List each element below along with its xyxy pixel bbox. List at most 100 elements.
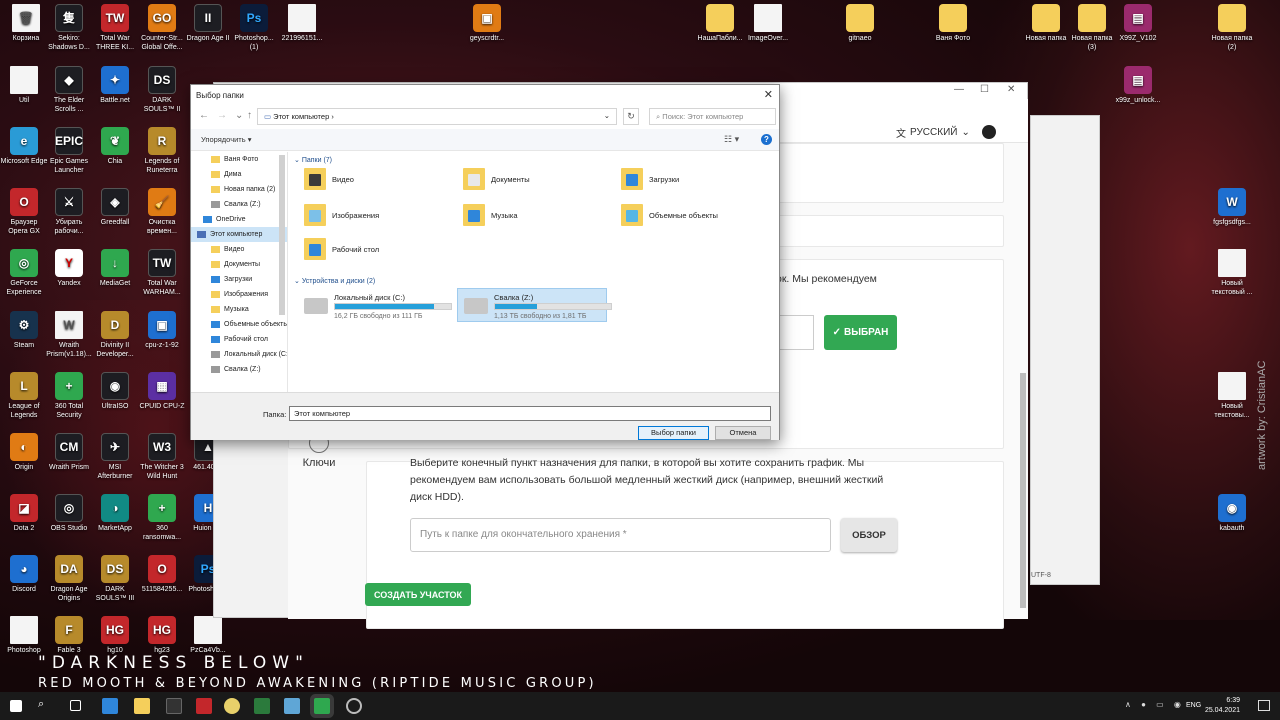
desktop-icon[interactable]: O Браузер Opera GX (0, 188, 48, 236)
desktop-icon[interactable]: W Wraith Prism(v1.18)... (45, 311, 93, 359)
desktop-icon[interactable]: HG hg10 (91, 616, 139, 655)
close-icon[interactable]: ✕ (1007, 84, 1015, 95)
drive-item[interactable]: Локальный диск (C:) 16,2 ГБ свободно из 1… (298, 289, 452, 323)
desktop-icon[interactable]: 221996151... (278, 4, 326, 43)
desktop-icon[interactable]: TW Total War THREE KI... (91, 4, 139, 52)
view-options-icon[interactable]: ☷ ▾ (724, 134, 739, 145)
tree-scrollbar[interactable] (279, 155, 285, 315)
app2-taskbar-icon[interactable] (284, 698, 300, 714)
desktop-icon[interactable]: ▣ cpu-z-1-92 (138, 311, 186, 350)
desktop-icon[interactable]: ◉ kabauth (1208, 494, 1256, 533)
desktop-icon[interactable]: O 511584255... (138, 555, 186, 594)
app-taskbar-icon[interactable] (254, 698, 270, 714)
desktop-icon[interactable]: 隻 Sekiro: Shadows D... (45, 4, 93, 52)
desktop-icon[interactable]: ▦ CPUID CPU-Z (138, 372, 186, 411)
desktop-icon[interactable]: R Legends of Runeterra (138, 127, 186, 175)
folders-group-header[interactable]: ⌄ Папки (7) (294, 156, 332, 164)
language-indicator[interactable]: ENG (1186, 702, 1201, 709)
desktop-icon[interactable]: L League of Legends (0, 372, 48, 420)
tree-item[interactable]: Объемные объекты (191, 317, 287, 332)
desktop-icon[interactable]: НашаПабли... (696, 4, 744, 43)
minimize-icon[interactable]: — (954, 84, 964, 95)
tray-icons[interactable]: ∧ ● ▭ ◉ (1125, 700, 1185, 709)
desktop-icon[interactable]: ✦ Battle.net (91, 66, 139, 105)
desktop-icon[interactable]: Новый текстовы... (1208, 372, 1256, 420)
desktop-icon[interactable]: Новый текстовый ... (1208, 249, 1256, 297)
desktop-icon[interactable]: Wfgsfgsdfgs... (1208, 188, 1256, 227)
start-icon[interactable] (10, 700, 22, 712)
desktop-icon[interactable]: ▣ geyscrdtr... (463, 4, 511, 43)
tree-item[interactable]: Этот компьютер (191, 227, 287, 242)
help-icon[interactable]: ? (761, 134, 772, 145)
desktop-icon[interactable]: Ps Photoshop... (1) (230, 4, 278, 52)
desktop-icon[interactable]: e Microsoft Edge (0, 127, 48, 166)
desktop-icon[interactable]: ✈ MSI Afterburner (91, 433, 139, 481)
notification-icon[interactable] (1258, 700, 1270, 711)
desktop-icon[interactable]: ↓ MediaGet (91, 249, 139, 288)
desktop-icon[interactable]: ⚙ Steam (0, 311, 48, 350)
desktop-icon[interactable]: ◆ The Elder Scrolls ... (45, 66, 93, 114)
folder-item[interactable]: Музыка (463, 204, 518, 226)
desktop-icon[interactable]: TW Total War WARHAM... (138, 249, 186, 297)
desktop-icon[interactable]: EPIC Epic Games Launcher (45, 127, 93, 175)
task-view-icon[interactable] (70, 700, 81, 711)
obs-taskbar-icon[interactable] (346, 698, 362, 714)
app-scrollbar[interactable] (1020, 373, 1026, 608)
organize-menu[interactable]: Упорядочить ▾ (201, 135, 252, 144)
desktop-icon[interactable]: D Divinity II Developer... (91, 311, 139, 359)
desktop-icon[interactable]: +360 ransomwa... (138, 494, 186, 542)
chia-taskbar-icon[interactable] (314, 698, 330, 714)
maximize-icon[interactable]: ☐ (980, 84, 989, 95)
create-plot-button[interactable]: СОЗДАТЬ УЧАСТОК (365, 583, 471, 606)
desktop-icon[interactable]: DS DARK SOULS™ II (138, 66, 186, 114)
tree-item[interactable]: Загрузки (191, 272, 287, 287)
desktop-icon[interactable]: Photoshop (0, 616, 48, 655)
desktop-icon[interactable]: ▤ X99Z_V102 (1114, 4, 1162, 43)
folder-item[interactable]: Объемные объекты (621, 204, 718, 226)
desktop-icon[interactable]: ◉ UltraISO (91, 372, 139, 411)
tree-item[interactable]: Изображения (191, 287, 287, 302)
browse-button[interactable]: ОБЗОР (841, 518, 897, 552)
desktop-icon[interactable]: ◕ Discord (0, 555, 48, 594)
tree-item[interactable]: Новая папка (2) (191, 182, 287, 197)
ryzen-taskbar-icon[interactable] (196, 698, 212, 714)
tree-item[interactable]: OneDrive (191, 212, 287, 227)
dialog-close-icon[interactable]: ✕ (764, 88, 773, 101)
selected-button[interactable]: ✓ ВЫБРАН (824, 315, 897, 350)
tree-item[interactable]: Видео (191, 242, 287, 257)
tree-item[interactable]: Рабочий стол (191, 332, 287, 347)
tree-item[interactable]: Документы (191, 257, 287, 272)
search-icon[interactable]: ⌕ (38, 698, 54, 714)
folder-item[interactable]: Рабочий стол (304, 238, 379, 260)
desktop-icon[interactable]: ◈ Greedfall (91, 188, 139, 227)
tree-item[interactable]: Дима (191, 167, 287, 182)
desktop-icon[interactable]: 🧹 Очистка времен... (138, 188, 186, 236)
up-arrow-icon[interactable]: ↑ (247, 110, 252, 121)
desktop-icon[interactable]: Util (0, 66, 48, 105)
desktop-icon[interactable]: ◎ GeForce Experience (0, 249, 48, 297)
desktop-icon[interactable]: ◐ Origin (0, 433, 48, 472)
address-bar[interactable]: ▭ Этот компьютер › ⌄ (257, 108, 617, 125)
desktop-icon[interactable]: CM Wraith Prism (45, 433, 93, 472)
folder-input[interactable]: Этот компьютер (289, 406, 771, 421)
store-taskbar-icon[interactable] (166, 698, 182, 714)
folder-item[interactable]: Документы (463, 168, 530, 190)
desktop-icon[interactable]: ▤ x99z_unlock... (1114, 66, 1162, 105)
cancel-button[interactable]: Отмена (715, 426, 771, 440)
theme-toggle-icon[interactable] (982, 125, 996, 139)
desktop-icon[interactable]: II Dragon Age II (184, 4, 232, 43)
desktop-icon[interactable]: ◪ Dota 2 (0, 494, 48, 533)
desktop-icon[interactable]: Новая папка (3) (1068, 4, 1116, 52)
folder-item[interactable]: Видео (304, 168, 354, 190)
address-dropdown-icon[interactable]: ⌄ (604, 111, 610, 120)
clock[interactable]: 6:39 25.04.2021 (1205, 696, 1240, 716)
desktop-icon[interactable]: Ваня Фото (929, 4, 977, 43)
explorer-taskbar-icon[interactable] (134, 698, 150, 714)
desktop-icon[interactable]: F Fable 3 (45, 616, 93, 655)
desktop-icon[interactable]: HG hg23 (138, 616, 186, 655)
back-arrow-icon[interactable]: ← (199, 110, 209, 121)
desktop-icon[interactable]: DS DARK SOULS™ III (91, 555, 139, 603)
desktop-icon[interactable]: ImageOver... (744, 4, 792, 43)
desktop-icon[interactable]: +360 Total Security (45, 372, 93, 420)
tree-item[interactable]: Локальный диск (C:) (191, 347, 287, 362)
